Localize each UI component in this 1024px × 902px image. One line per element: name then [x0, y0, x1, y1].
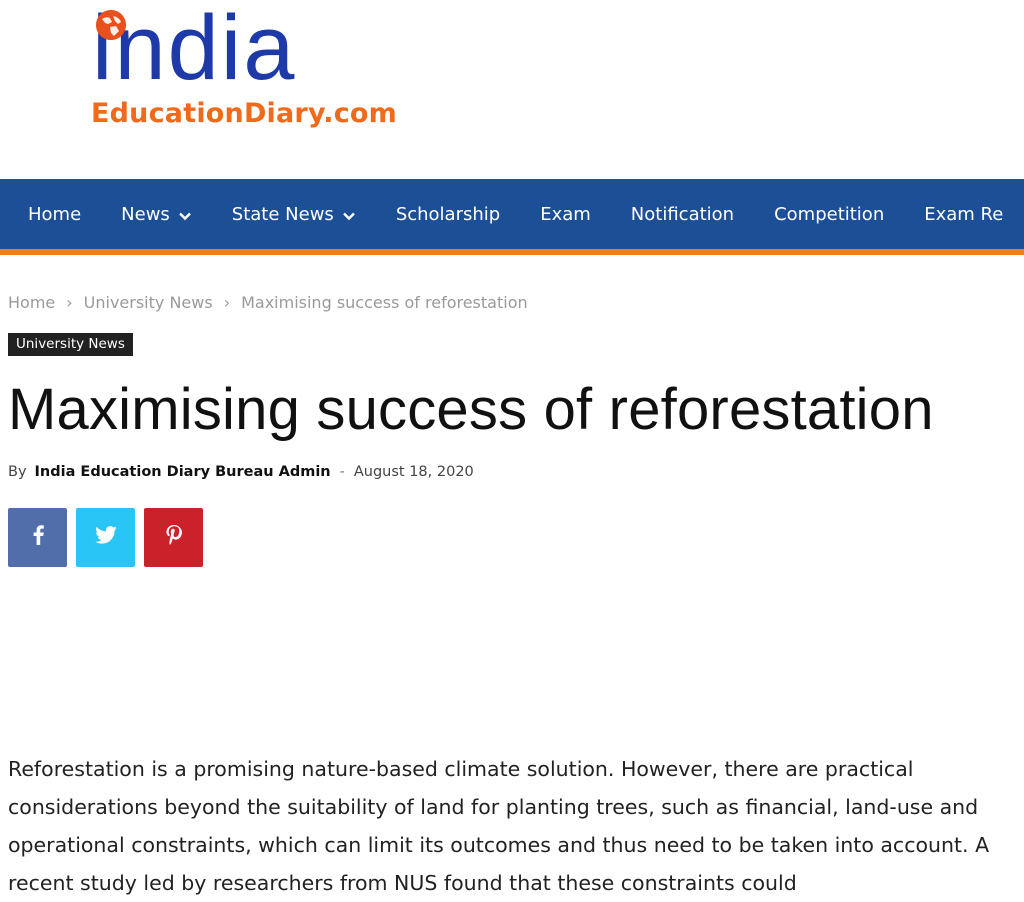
- nav-item-competition[interactable]: Competition: [754, 179, 904, 249]
- nav-item-label: Notification: [630, 203, 735, 225]
- nav-item-news[interactable]: News: [101, 179, 212, 249]
- nav-item-label: Scholarship: [395, 203, 501, 225]
- article-body: Reforestation is a promising nature-base…: [8, 750, 1018, 902]
- main-navbar: Home News State News Scholarship Exam No…: [0, 179, 1024, 255]
- nav-item-label: State News: [231, 203, 334, 225]
- meta-separator: -: [339, 463, 345, 480]
- header: india EducationDiary.com: [0, 0, 1024, 179]
- nav-item-exam[interactable]: Exam: [520, 179, 611, 249]
- nav-item-label: Exam: [540, 203, 591, 225]
- nav-item-label: Home: [28, 203, 82, 225]
- page-title: Maximising success of reforestation: [8, 377, 934, 442]
- pinterest-icon: [166, 525, 182, 549]
- nav-item-label: News: [121, 203, 170, 225]
- article-paragraph: Reforestation is a promising nature-base…: [8, 757, 990, 895]
- share-buttons: [8, 507, 1018, 567]
- nav-item-label: Exam Re: [924, 203, 1004, 225]
- twitter-share-button[interactable]: [76, 507, 135, 567]
- article-meta: By India Education Diary Bureau Admin - …: [8, 464, 1018, 480]
- nav-item-label: Competition: [774, 203, 885, 225]
- breadcrumb-current: Maximising success of reforestation: [241, 293, 528, 312]
- nav-item-home[interactable]: Home: [8, 179, 101, 249]
- byline-prefix: By: [8, 463, 27, 480]
- facebook-share-button[interactable]: [8, 507, 67, 567]
- facebook-icon: [31, 525, 45, 549]
- chevron-down-icon: [178, 207, 192, 221]
- breadcrumb-home[interactable]: Home: [8, 293, 55, 312]
- nav-item-exam-results[interactable]: Exam Re: [904, 179, 1023, 249]
- breadcrumb-separator: ›: [66, 293, 73, 312]
- chevron-down-icon: [342, 207, 356, 221]
- publish-date: August 18, 2020: [353, 463, 474, 480]
- pinterest-share-button[interactable]: [144, 507, 203, 567]
- nav-item-scholarship[interactable]: Scholarship: [376, 179, 520, 249]
- author-link[interactable]: India Education Diary Bureau Admin: [35, 464, 331, 480]
- breadcrumb-category[interactable]: University News: [84, 293, 213, 312]
- twitter-icon: [94, 526, 117, 548]
- logo-domain: EducationDiary.com: [91, 98, 398, 129]
- globe-icon: [96, 10, 126, 40]
- category-badge[interactable]: University News: [8, 333, 133, 356]
- nav-item-state-news[interactable]: State News: [212, 179, 376, 249]
- breadcrumb-separator: ›: [223, 293, 231, 312]
- article-header: Home › University News › Maximising succ…: [8, 256, 1018, 567]
- nav-item-notification[interactable]: Notification: [611, 179, 754, 249]
- site-logo[interactable]: india EducationDiary.com: [88, 2, 428, 144]
- breadcrumb: Home › University News › Maximising succ…: [8, 293, 1018, 312]
